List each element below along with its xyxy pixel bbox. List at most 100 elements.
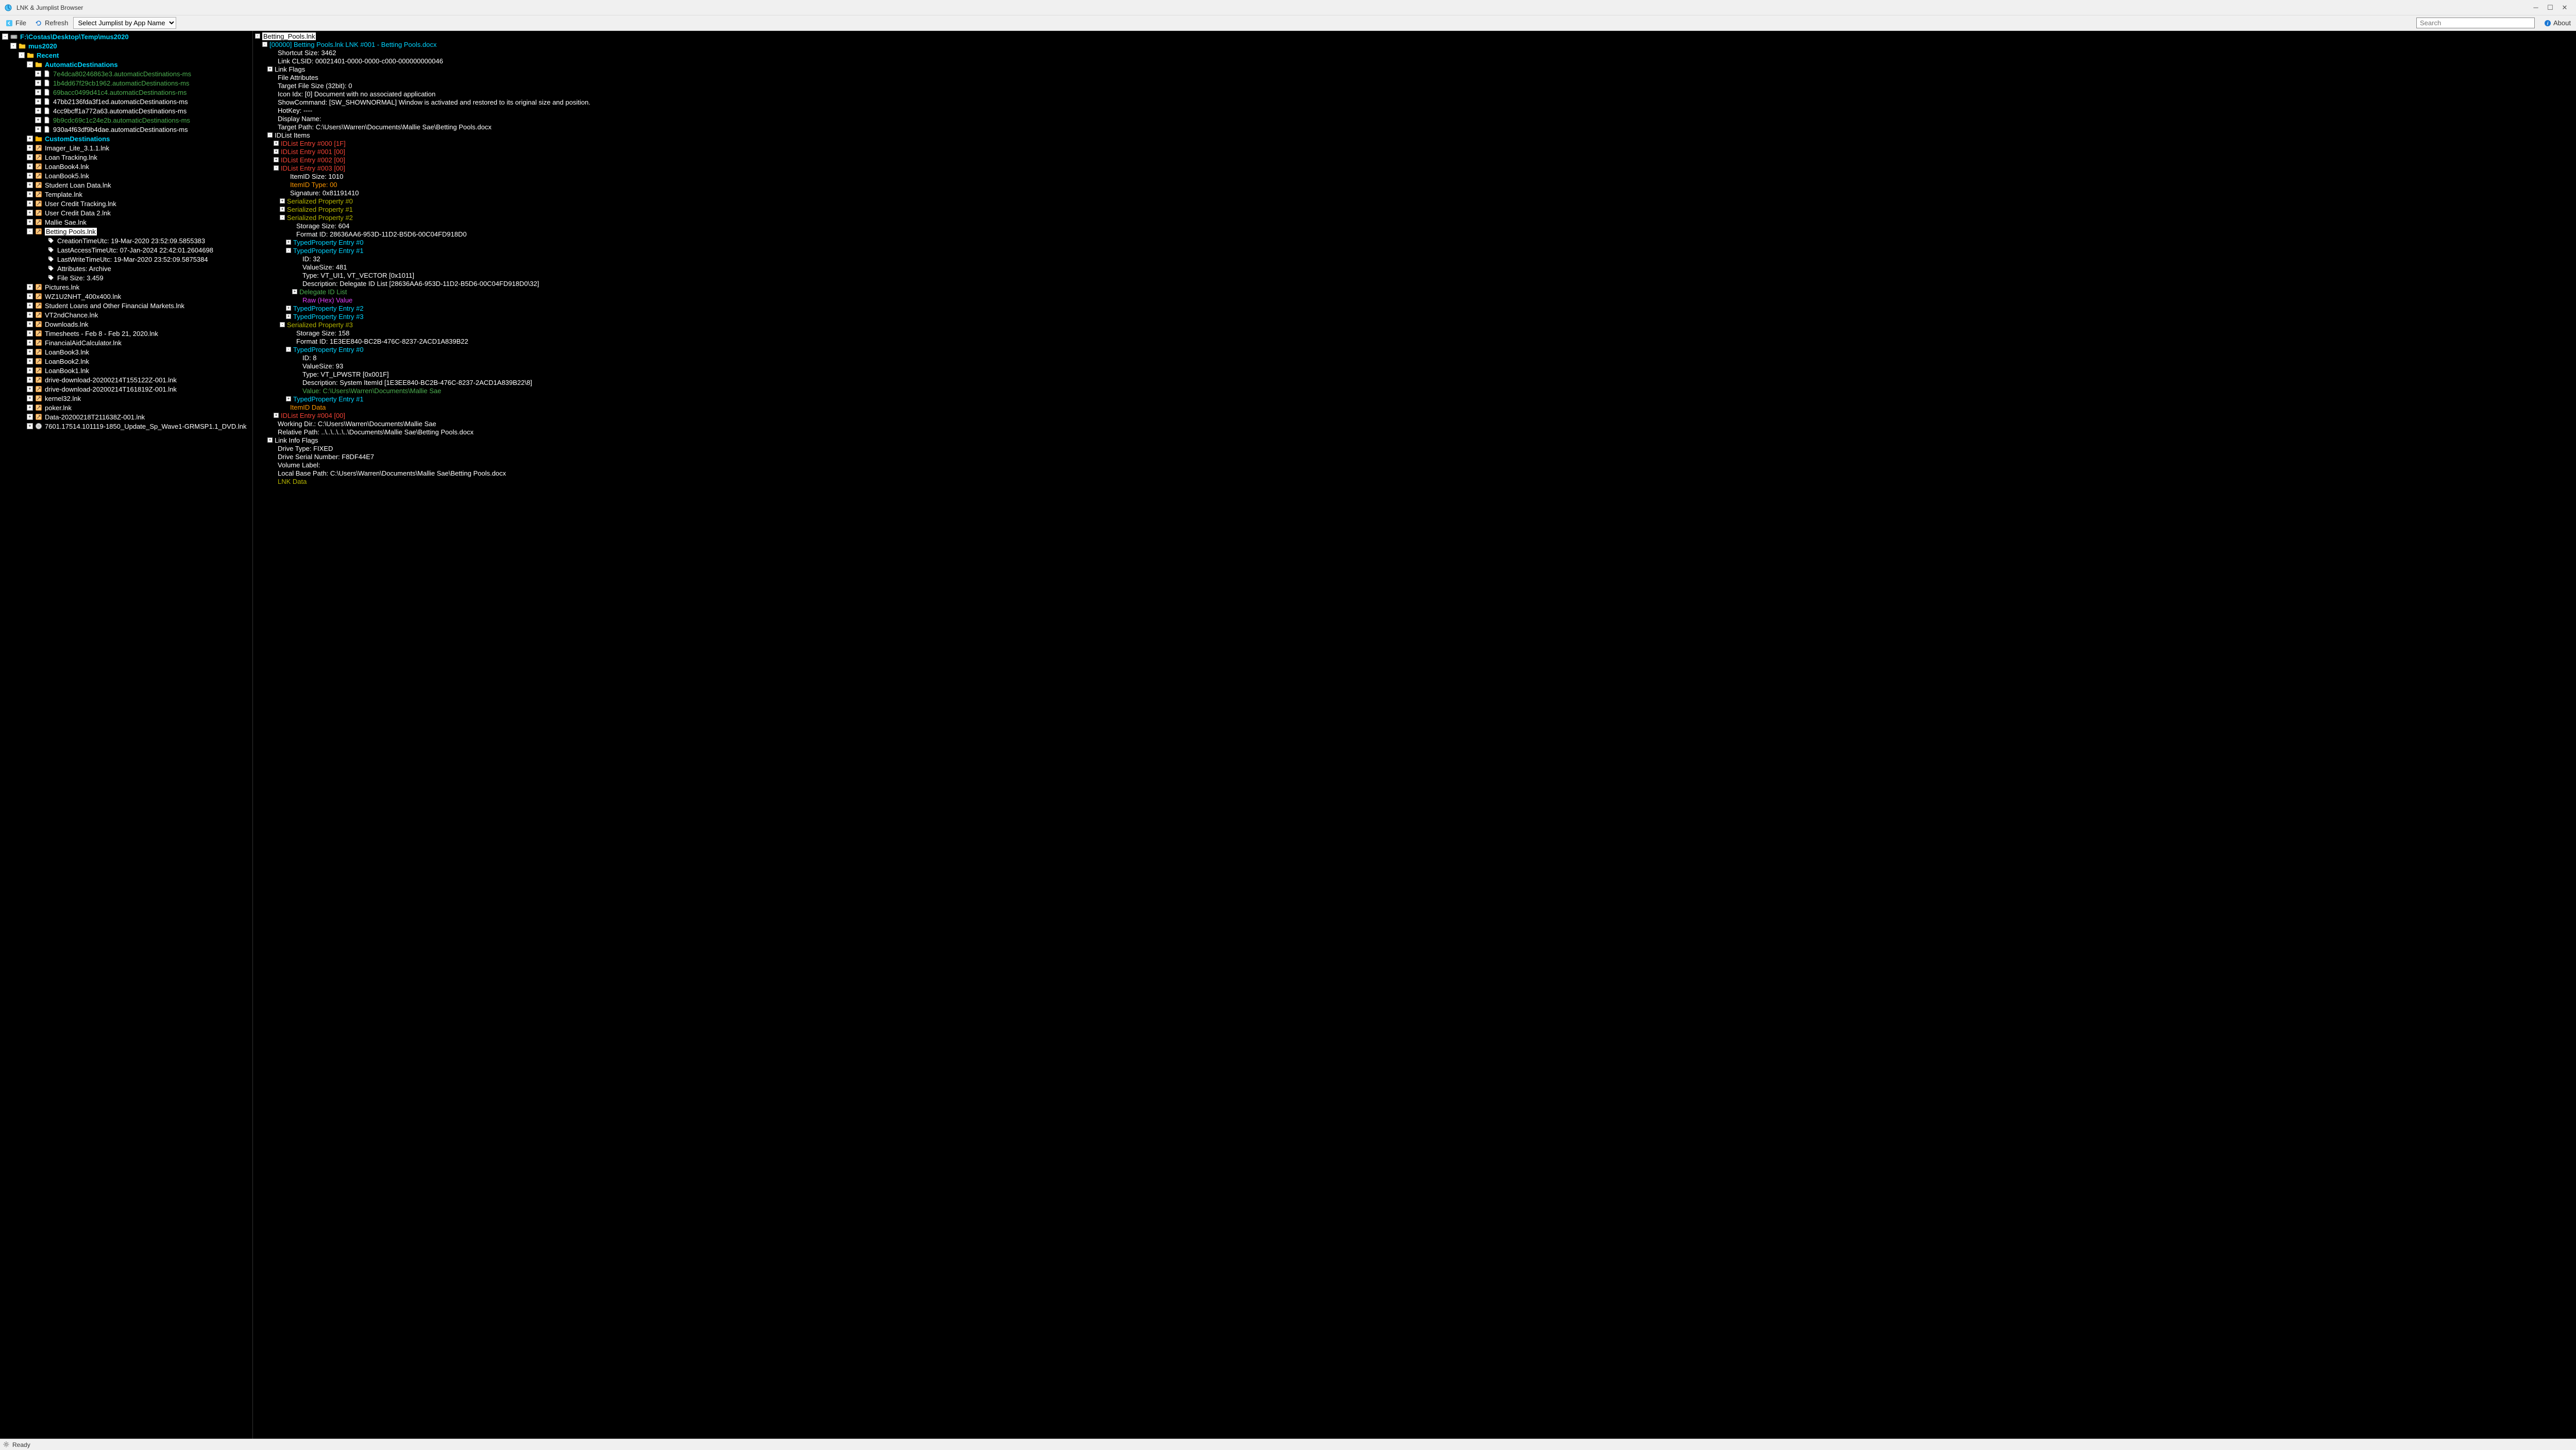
expander-icon[interactable]: + (27, 404, 33, 411)
tree-item[interactable]: +Student Loan Data.lnk (0, 180, 252, 190)
tree-item[interactable]: +User Credit Data 2.lnk (0, 208, 252, 217)
tree-item[interactable]: +Downloads.lnk (0, 319, 252, 329)
expander-icon[interactable]: - (286, 347, 291, 352)
tree-root[interactable]: -F:\Costas\Desktop\Temp\mus2020 (0, 32, 252, 41)
expander-icon[interactable]: + (27, 386, 33, 392)
expander-icon[interactable]: + (27, 173, 33, 179)
tree-item[interactable]: +User Credit Tracking.lnk (0, 199, 252, 208)
expander-icon[interactable]: + (27, 395, 33, 401)
expander-icon[interactable]: + (27, 191, 33, 197)
expander-icon[interactable]: + (27, 219, 33, 225)
expander-icon[interactable]: - (267, 132, 273, 138)
expander-icon[interactable]: + (27, 293, 33, 299)
details-panel[interactable]: -Betting_Pools.lnk-[00000] Betting Pools… (252, 31, 2576, 1439)
tree-item[interactable]: +Imager_Lite_3.1.1.lnk (0, 143, 252, 153)
expander-icon[interactable]: + (292, 289, 297, 294)
expander-icon[interactable]: + (27, 423, 33, 429)
about-button[interactable]: i About (2541, 18, 2574, 28)
tree-item[interactable]: +VT2ndChance.lnk (0, 310, 252, 319)
tree-item[interactable]: +Student Loans and Other Financial Marke… (0, 301, 252, 310)
tree-folder[interactable]: -AutomaticDestinations (0, 60, 252, 69)
close-button[interactable]: ✕ (2557, 3, 2572, 13)
expander-icon[interactable]: - (280, 215, 285, 220)
tree-item[interactable]: +Timesheets - Feb 8 - Feb 21, 2020.lnk (0, 329, 252, 338)
tree-item[interactable]: +69bacc0499d41c4.automaticDestinations-m… (0, 88, 252, 97)
expander-icon[interactable]: + (274, 157, 279, 162)
expander-icon[interactable]: + (27, 312, 33, 318)
expander-icon[interactable]: + (286, 396, 291, 401)
expander-icon[interactable]: - (19, 52, 25, 58)
expander-icon[interactable]: + (274, 141, 279, 146)
tree-item[interactable]: +FinancialAidCalculator.lnk (0, 338, 252, 347)
tree-item[interactable]: +LoanBook2.lnk (0, 357, 252, 366)
tree-item[interactable]: +Loan Tracking.lnk (0, 153, 252, 162)
expander-icon[interactable]: - (274, 165, 279, 171)
refresh-button[interactable]: Refresh (31, 18, 72, 28)
tree-item[interactable]: +4cc9bcff1a772a63.automaticDestinations-… (0, 106, 252, 115)
expander-icon[interactable]: - (255, 33, 260, 39)
search-input[interactable] (2416, 18, 2535, 28)
expander-icon[interactable]: - (27, 228, 33, 234)
expander-icon[interactable]: + (274, 413, 279, 418)
minimize-button[interactable]: ─ (2529, 3, 2543, 13)
expander-icon[interactable]: + (286, 306, 291, 311)
file-button[interactable]: File (2, 18, 29, 28)
expander-icon[interactable]: + (267, 66, 273, 72)
expander-icon[interactable]: + (35, 71, 41, 77)
tree-folder[interactable]: -mus2020 (0, 41, 252, 50)
expander-icon[interactable]: + (27, 182, 33, 188)
expander-icon[interactable]: - (286, 248, 291, 253)
expander-icon[interactable]: + (27, 321, 33, 327)
tree-item[interactable]: +drive-download-20200214T161819Z-001.lnk (0, 384, 252, 394)
expander-icon[interactable]: + (35, 80, 41, 86)
tree-item[interactable]: +9b9cdc69c1c24e2b.automaticDestinations-… (0, 115, 252, 125)
expander-icon[interactable]: + (274, 149, 279, 154)
expander-icon[interactable]: + (27, 330, 33, 336)
expander-icon[interactable]: + (27, 154, 33, 160)
tree-item[interactable]: +LoanBook5.lnk (0, 171, 252, 180)
expander-icon[interactable]: + (27, 210, 33, 216)
tree-item[interactable]: +Mallie Sae.lnk (0, 217, 252, 227)
tree-item[interactable]: +Template.lnk (0, 190, 252, 199)
expander-icon[interactable]: + (35, 126, 41, 132)
expander-icon[interactable]: + (27, 414, 33, 420)
tree-item[interactable]: +poker.lnk (0, 403, 252, 412)
expander-icon[interactable]: + (35, 89, 41, 95)
tree-item-selected[interactable]: -Betting Pools.lnk (0, 227, 252, 236)
expander-icon[interactable]: + (35, 98, 41, 105)
expander-icon[interactable]: + (27, 163, 33, 170)
tree-item[interactable]: +7e4dca80246863e3.automaticDestinations-… (0, 69, 252, 78)
tree-item[interactable]: +LoanBook1.lnk (0, 366, 252, 375)
expander-icon[interactable]: - (262, 42, 267, 47)
expander-icon[interactable]: + (35, 108, 41, 114)
tree-item[interactable]: +Pictures.lnk (0, 282, 252, 292)
tree-item[interactable]: +kernel32.lnk (0, 394, 252, 403)
jumplist-select[interactable]: Select Jumplist by App Name (73, 17, 176, 29)
expander-icon[interactable]: + (280, 198, 285, 204)
expander-icon[interactable]: + (27, 358, 33, 364)
tree-folder[interactable]: -Recent (0, 50, 252, 60)
expander-icon[interactable]: - (27, 61, 33, 68)
tree-item[interactable]: +47bb2136fda3f1ed.automaticDestinations-… (0, 97, 252, 106)
expander-icon[interactable]: - (280, 322, 285, 327)
expander-icon[interactable]: + (35, 117, 41, 123)
expander-icon[interactable]: - (2, 33, 8, 40)
expander-icon[interactable]: + (27, 377, 33, 383)
expander-icon[interactable]: + (267, 437, 273, 443)
expander-icon[interactable]: + (286, 314, 291, 319)
tree-item[interactable]: +7601.17514.101119-1850_Update_Sp_Wave1-… (0, 421, 252, 431)
tree-item[interactable]: +LoanBook4.lnk (0, 162, 252, 171)
expander-icon[interactable]: + (27, 284, 33, 290)
maximize-button[interactable]: ☐ (2543, 3, 2557, 13)
expander-icon[interactable]: + (27, 145, 33, 151)
tree-item[interactable]: +drive-download-20200214T155122Z-001.lnk (0, 375, 252, 384)
tree-item[interactable]: +930a4f63df9b4dae.automaticDestinations-… (0, 125, 252, 134)
tree-item[interactable]: +Data-20200218T211638Z-001.lnk (0, 412, 252, 421)
expander-icon[interactable]: - (10, 43, 16, 49)
expander-icon[interactable]: + (27, 340, 33, 346)
tree-item[interactable]: +WZ1U2NHT_400x400.lnk (0, 292, 252, 301)
expander-icon[interactable]: + (27, 200, 33, 207)
tree-panel[interactable]: -F:\Costas\Desktop\Temp\mus2020-mus2020-… (0, 31, 252, 1439)
expander-icon[interactable]: + (27, 136, 33, 142)
tree-folder[interactable]: +CustomDestinations (0, 134, 252, 143)
